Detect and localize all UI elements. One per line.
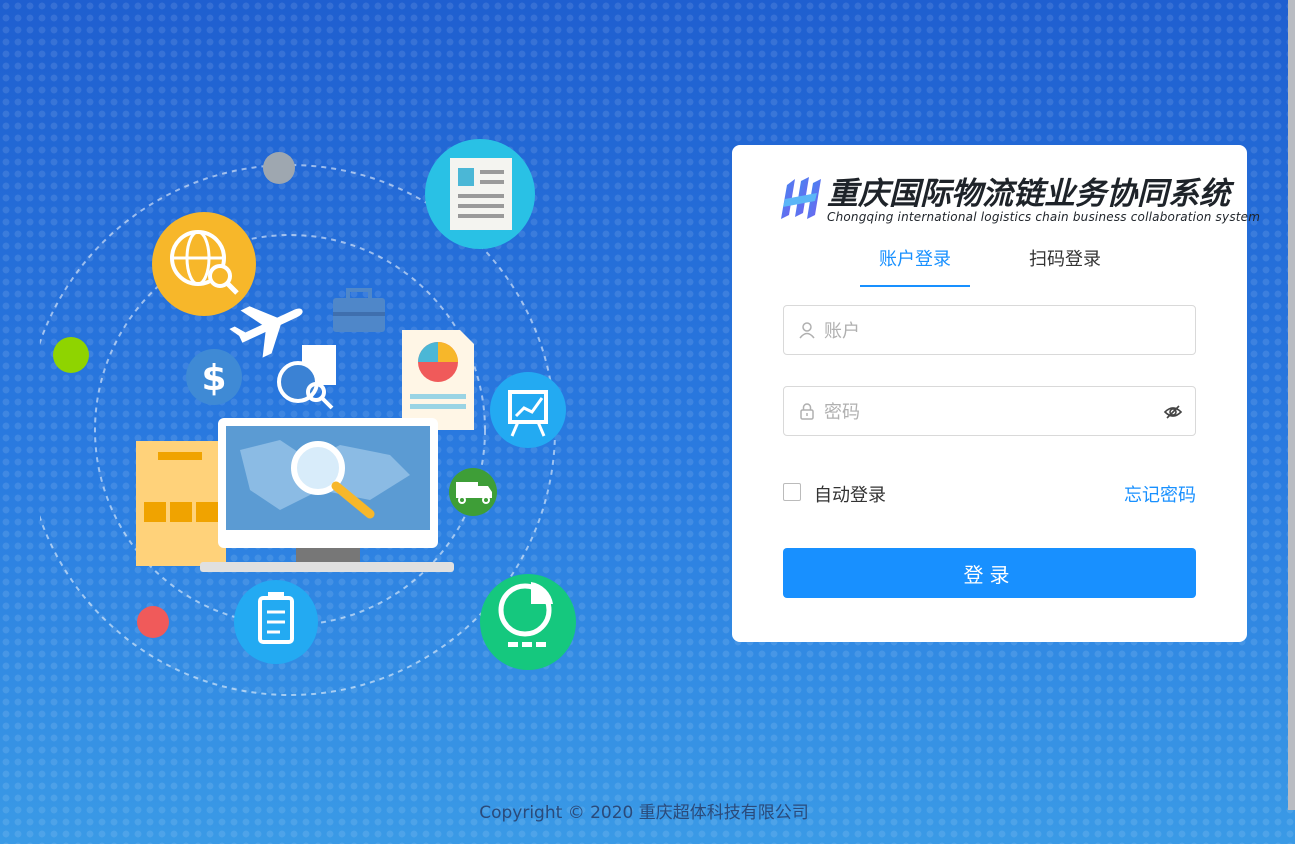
login-card: 重庆国际物流链业务协同系统 Chongqing international lo… xyxy=(732,145,1260,642)
svg-text:$: $ xyxy=(201,358,226,399)
copyright-footer: Copyright © 2020 重庆超体科技有限公司 xyxy=(479,803,809,823)
system-title: 重庆国际物流链业务协同系统 xyxy=(827,176,1230,212)
user-icon xyxy=(799,322,815,339)
dollar-icon: $ xyxy=(186,349,242,405)
red-dot xyxy=(137,606,169,638)
briefcase-icon xyxy=(333,288,385,332)
gray-dot xyxy=(263,152,295,184)
clipboard-icon xyxy=(234,580,318,664)
auto-login-label[interactable]: 自动登录 xyxy=(814,481,886,507)
lock-icon xyxy=(800,403,814,420)
green-dot xyxy=(53,337,89,373)
monitor-map-search-icon xyxy=(200,418,454,572)
account-field xyxy=(783,305,1196,356)
forgot-password-link[interactable]: 忘记密码 xyxy=(1124,481,1196,507)
pie-chart-document-icon xyxy=(402,330,474,430)
auto-login-checkbox[interactable] xyxy=(783,483,801,501)
logistics-illustration: $ xyxy=(40,139,576,696)
system-subtitle: Chongqing international logistics chain … xyxy=(827,210,1261,224)
login-tabs: 账户登录 扫码登录 xyxy=(732,245,1247,287)
logo-mark-icon xyxy=(781,177,821,219)
truck-icon xyxy=(449,468,497,516)
globe-document-icon xyxy=(277,345,336,410)
webpage-layout-icon xyxy=(136,441,226,566)
presentation-chart-icon xyxy=(490,372,566,448)
tab-qrcode-login[interactable]: 扫码登录 xyxy=(1010,245,1120,285)
login-button[interactable]: 登录 xyxy=(783,548,1196,598)
account-input[interactable] xyxy=(822,306,1156,356)
password-input[interactable] xyxy=(822,387,1156,437)
system-logo: 重庆国际物流链业务协同系统 Chongqing international lo… xyxy=(779,175,1260,227)
resume-document-icon xyxy=(425,139,535,249)
tab-account-login[interactable]: 账户登录 xyxy=(860,245,970,287)
pie-chart-icon xyxy=(480,574,576,670)
eye-off-icon[interactable] xyxy=(1163,402,1183,422)
password-field xyxy=(783,386,1196,437)
page-scrollbar[interactable] xyxy=(1288,0,1295,810)
globe-search-icon xyxy=(152,212,256,316)
